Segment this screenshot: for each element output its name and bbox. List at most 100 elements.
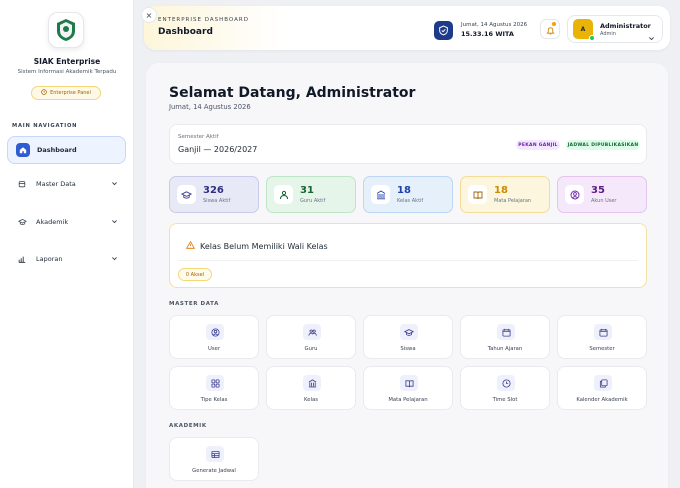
shield-check-icon — [434, 20, 453, 40]
teacher-icon — [303, 324, 321, 340]
stat-label: Guru Aktif — [300, 198, 326, 204]
semester-label: Semester Aktif — [178, 134, 219, 140]
tile-mata-pelajaran[interactable]: Mata Pelajaran — [363, 366, 453, 410]
header-date: Jumat, 14 Agustus 2026 — [461, 22, 528, 28]
active-semester-card: Semester Aktif Ganjil — 2026/2027 PEKAN … — [169, 124, 647, 164]
tile-tahun-ajaran[interactable]: Tahun Ajaran — [460, 315, 550, 359]
notification-dot — [552, 22, 556, 26]
status-badge: PEKAN GANJIL — [516, 140, 560, 150]
sidebar-item-akademik[interactable]: Akademik — [7, 208, 126, 236]
stat-value: 18 — [397, 185, 411, 196]
chevron-down-icon — [111, 218, 118, 227]
tile-kalender-akademik[interactable]: Kalender Akademik — [557, 366, 647, 410]
stat-card-akun-user[interactable]: 35 Akun User — [557, 176, 647, 213]
enterprise-panel-badge[interactable]: Enterprise Panel — [31, 86, 101, 100]
sidebar-item-label: Master Data — [36, 180, 76, 188]
grid-icon — [206, 375, 224, 391]
user-role: Admin — [600, 30, 616, 37]
avatar: A — [573, 19, 595, 41]
sidebar-item-label: Laporan — [36, 255, 63, 263]
stat-value: 18 — [494, 185, 508, 196]
tile-label: Semester — [589, 346, 615, 352]
stat-card-kelas[interactable]: 18 Kelas Aktif — [363, 176, 453, 213]
warning-card: Kelas Belum Memiliki Wali Kelas 0 Aksel — [169, 223, 647, 288]
graduation-cap-icon — [400, 324, 418, 340]
user-name: Administrator — [600, 21, 651, 30]
tile-kelas[interactable]: Kelas — [266, 366, 356, 410]
welcome-date: Jumat, 14 Agustus 2026 — [169, 103, 251, 111]
close-icon: × — [145, 10, 153, 20]
user-menu[interactable]: A Administrator Admin — [567, 15, 663, 43]
chevron-down-icon — [648, 27, 655, 46]
divider — [178, 260, 638, 261]
tile-label: Generate Jadwal — [192, 468, 236, 474]
date-time-widget: Jumat, 14 Agustus 2026 15.33.16 WITA — [434, 17, 530, 43]
tile-label: Tahun Ajaran — [487, 346, 523, 352]
notification-button[interactable] — [540, 19, 560, 39]
chevron-down-icon — [111, 180, 118, 189]
building-icon — [371, 185, 390, 204]
welcome-heading: Selamat Datang, Administrator — [169, 85, 416, 101]
clock-icon — [497, 375, 515, 391]
tile-guru[interactable]: Guru — [266, 315, 356, 359]
tile-generate-jadwal[interactable]: Generate Jadwal — [169, 437, 259, 481]
stat-card-guru[interactable]: 31 Guru Aktif — [266, 176, 356, 213]
database-icon — [15, 177, 29, 191]
book-icon — [400, 375, 418, 391]
teacher-icon — [274, 185, 293, 204]
app-logo[interactable] — [48, 12, 84, 48]
header-eyebrow: ENTERPRISE DASHBOARD — [158, 17, 249, 23]
warning-triangle-icon — [185, 240, 196, 251]
calendar-icon — [594, 324, 612, 340]
tile-label: Guru — [304, 346, 318, 352]
clock-icon — [41, 89, 47, 97]
stat-card-mata-pelajaran[interactable]: 18 Mata Pelajaran — [460, 176, 550, 213]
book-icon — [468, 185, 487, 204]
stat-value: 326 — [203, 185, 224, 196]
tile-label: Time Slot — [492, 397, 518, 403]
aksel-badge[interactable]: 0 Aksel — [178, 268, 212, 281]
nav-heading: MAIN NAVIGATION — [12, 123, 78, 129]
stat-card-siswa[interactable]: 326 Siswa Aktif — [169, 176, 259, 213]
sidebar-item-label: Akademik — [36, 218, 69, 226]
section-label-master-data: MASTER DATA — [169, 301, 219, 307]
stat-label: Mata Pelajaran — [494, 198, 532, 204]
table-icon — [206, 446, 224, 462]
page-title: Dashboard — [158, 27, 213, 37]
sidebar-item-master-data[interactable]: Master Data — [7, 170, 126, 198]
sidebar-item-label: Dashboard — [37, 146, 77, 154]
tile-semester[interactable]: Semester — [557, 315, 647, 359]
tile-label: Kalender Akademik — [576, 397, 628, 403]
chevron-down-icon — [111, 255, 118, 264]
stat-label: Siswa Aktif — [203, 198, 231, 204]
close-sidebar-button[interactable]: × — [141, 7, 157, 23]
sidebar: SIAK Enterprise Sistem Informasi Akademi… — [0, 0, 134, 488]
enterprise-panel-label: Enterprise Panel — [50, 90, 91, 96]
graduation-cap-icon — [15, 215, 29, 229]
user-icon — [206, 324, 224, 340]
building-icon — [303, 375, 321, 391]
tile-label: Siswa — [400, 346, 416, 352]
tile-label: User — [207, 346, 221, 352]
user-circle-icon — [565, 185, 584, 204]
graduation-cap-icon — [177, 185, 196, 204]
tile-siswa[interactable]: Siswa — [363, 315, 453, 359]
tile-user[interactable]: User — [169, 315, 259, 359]
tile-label: Kelas — [304, 397, 318, 403]
tile-label: Mata Pelajaran — [388, 397, 428, 403]
tile-label: Tipe Kelas — [200, 397, 228, 403]
header-time: 15.33.16 WITA — [461, 30, 514, 38]
stat-label: Akun User — [591, 198, 617, 204]
sidebar-item-laporan[interactable]: Laporan — [7, 245, 126, 273]
sidebar-item-dashboard[interactable]: Dashboard — [7, 136, 126, 164]
stat-value: 35 — [591, 185, 605, 196]
tile-time-slot[interactable]: Time Slot — [460, 366, 550, 410]
brand-subtitle: Sistem Informasi Akademik Terpadu — [17, 69, 117, 75]
tile-tipe-kelas[interactable]: Tipe Kelas — [169, 366, 259, 410]
semester-value: Ganjil — 2026/2027 — [178, 145, 258, 154]
home-icon — [16, 143, 30, 157]
main-content: Selamat Datang, Administrator Jumat, 14 … — [145, 62, 669, 488]
stat-value: 31 — [300, 185, 314, 196]
copy-icon — [594, 375, 612, 391]
online-status-dot — [589, 35, 595, 41]
